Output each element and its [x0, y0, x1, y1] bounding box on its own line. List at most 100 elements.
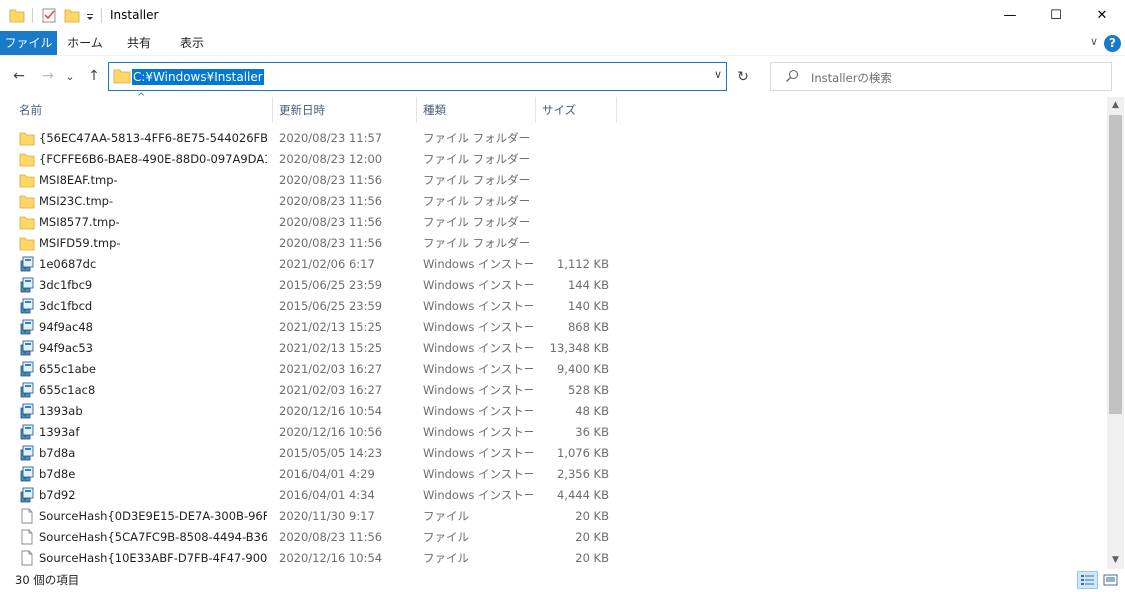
installer-package-icon — [20, 424, 34, 440]
column-divider[interactable] — [272, 97, 273, 123]
file-row[interactable]: 94f9ac53 2021/02/13 15:25 Windows インストー...… — [0, 338, 1105, 359]
column-divider[interactable] — [535, 97, 536, 123]
recent-locations-button[interactable]: ⌄ — [63, 66, 77, 86]
file-row[interactable]: 94f9ac48 2021/02/13 15:25 Windows インストー...… — [0, 317, 1105, 338]
file-name[interactable]: 1e0687dc — [39, 254, 267, 275]
column-header-date[interactable]: 更新日時 — [279, 97, 414, 123]
file-row[interactable]: 3dc1fbcd 2015/06/25 23:59 Windows インストー...… — [0, 296, 1105, 317]
file-row[interactable]: SourceHash{0D3E9E15-DE7A-300B-96F1-... 20… — [0, 506, 1105, 527]
file-size — [536, 128, 609, 149]
file-row[interactable]: 1393af 2020/12/16 10:56 Windows インストー... 36… — [0, 422, 1105, 443]
navigation-bar: ← → ⌄ ↑ C:¥Windows¥Installer ∨ ↻ Install… — [0, 56, 1125, 96]
chevron-down-icon: ⌄ — [65, 69, 75, 83]
file-name[interactable]: SourceHash{5CA7FC9B-8508-4494-B365-... — [39, 527, 267, 548]
file-row[interactable]: MSI8577.tmp- 2020/08/23 11:56 ファイル フォルダー — [0, 212, 1105, 233]
file-name[interactable]: 3dc1fbc9 — [39, 275, 267, 296]
address-path[interactable]: C:¥Windows¥Installer — [132, 69, 264, 85]
file-type: ファイル — [423, 551, 469, 565]
file-name[interactable]: b7d8e — [39, 464, 267, 485]
file-date: 2020/08/23 11:56 — [279, 215, 383, 229]
search-box[interactable]: Installerの検索 — [770, 62, 1112, 91]
file-row[interactable]: 655c1ac8 2021/02/03 16:27 Windows インストー...… — [0, 380, 1105, 401]
column-header-name[interactable]: 名前 — [19, 97, 269, 123]
file-name[interactable]: MSI8EAF.tmp- — [39, 170, 267, 191]
tab-file[interactable]: ファイル — [0, 31, 57, 55]
new-folder-icon[interactable] — [64, 7, 80, 24]
help-icon[interactable]: ? — [1104, 35, 1121, 52]
file-name[interactable]: SourceHash{10E33ABF-D7FB-4F47-900A-... — [39, 548, 267, 569]
file-type: ファイル フォルダー — [423, 152, 531, 166]
file-row[interactable]: MSIFD59.tmp- 2020/08/23 11:56 ファイル フォルダー — [0, 233, 1105, 254]
column-divider[interactable] — [616, 97, 617, 123]
file-date: 2016/04/01 4:29 — [279, 467, 375, 481]
file-name[interactable]: 94f9ac48 — [39, 317, 267, 338]
file-name[interactable]: MSI23C.tmp- — [39, 191, 267, 212]
file-row[interactable]: {FCFFE6B6-BAE8-490E-88D0-097A9DA1C... 202… — [0, 149, 1105, 170]
refresh-button[interactable]: ↻ — [730, 62, 756, 91]
search-input[interactable]: Installerの検索 — [811, 70, 892, 86]
expand-ribbon-icon[interactable]: ∨ — [1090, 35, 1098, 48]
file-name[interactable]: 1393af — [39, 422, 267, 443]
installer-package-icon — [20, 382, 34, 398]
file-name[interactable]: {FCFFE6B6-BAE8-490E-88D0-097A9DA1C... — [39, 149, 267, 170]
file-size: 20 KB — [575, 509, 609, 523]
file-row[interactable]: 3dc1fbc9 2015/06/25 23:59 Windows インストー...… — [0, 275, 1105, 296]
file-date: 2021/02/03 16:27 — [279, 383, 383, 397]
maximize-button[interactable]: ☐ — [1033, 0, 1079, 31]
file-type: ファイル フォルダー — [423, 236, 531, 250]
file-row[interactable]: b7d92 2016/04/01 4:34 Windows インストー... 4,44… — [0, 485, 1105, 506]
file-size: 1,076 KB — [556, 446, 609, 460]
forward-button[interactable]: → — [38, 66, 58, 86]
file-name[interactable]: 655c1abe — [39, 359, 267, 380]
file-row[interactable]: 655c1abe 2021/02/03 16:27 Windows インストー...… — [0, 359, 1105, 380]
column-divider[interactable] — [416, 97, 417, 123]
file-row[interactable]: {56EC47AA-5813-4FF6-8E75-544026FBEA... 20… — [0, 128, 1105, 149]
customize-toolbar-icon[interactable] — [85, 7, 95, 24]
tab-share[interactable]: 共有 — [116, 31, 162, 55]
file-row[interactable]: MSI23C.tmp- 2020/08/23 11:56 ファイル フォルダー — [0, 191, 1105, 212]
file-type: Windows インストー... — [423, 425, 533, 439]
scrollbar-thumb[interactable] — [1109, 115, 1122, 414]
file-row[interactable]: b7d8e 2016/04/01 4:29 Windows インストー... 2,35… — [0, 464, 1105, 485]
folder-icon — [19, 216, 35, 230]
file-size: 144 KB — [567, 278, 609, 292]
close-button[interactable]: ✕ — [1079, 0, 1125, 31]
installer-package-icon — [20, 319, 34, 335]
file-name[interactable]: b7d8a — [39, 443, 267, 464]
column-header-size[interactable]: サイズ — [542, 97, 612, 123]
file-name[interactable]: SourceHash{0D3E9E15-DE7A-300B-96F1-... — [39, 506, 267, 527]
file-name[interactable]: MSI8577.tmp- — [39, 212, 267, 233]
tab-view[interactable]: 表示 — [169, 31, 215, 55]
back-button[interactable]: ← — [9, 66, 29, 86]
file-name[interactable]: b7d92 — [39, 485, 267, 506]
chevron-down-icon[interactable]: ∨ — [714, 68, 722, 81]
file-size — [536, 149, 609, 170]
file-row[interactable]: 1393ab 2020/12/16 10:54 Windows インストー... 48… — [0, 401, 1105, 422]
file-name[interactable]: 655c1ac8 — [39, 380, 267, 401]
file-type: ファイル — [423, 509, 469, 523]
file-row[interactable]: b7d8a 2015/05/05 14:23 Windows インストー... 1,0… — [0, 443, 1105, 464]
file-row[interactable]: SourceHash{5CA7FC9B-8508-4494-B365-... 20… — [0, 527, 1105, 548]
folder-icon — [19, 153, 35, 167]
scroll-up-button[interactable]: ▲ — [1107, 97, 1124, 114]
tab-home[interactable]: ホーム — [62, 31, 108, 55]
file-name[interactable]: 1393ab — [39, 401, 267, 422]
file-row[interactable]: 1e0687dc 2021/02/06 6:17 Windows インストー... 1… — [0, 254, 1105, 275]
details-view-button[interactable] — [1077, 571, 1098, 589]
file-name[interactable]: {56EC47AA-5813-4FF6-8E75-544026FBEA... — [39, 128, 267, 149]
file-name[interactable]: 94f9ac53 — [39, 338, 267, 359]
scroll-down-button[interactable]: ▼ — [1107, 552, 1124, 569]
address-bar[interactable]: C:¥Windows¥Installer ∨ — [108, 62, 727, 91]
properties-icon[interactable] — [41, 7, 57, 24]
close-icon: ✕ — [1096, 8, 1108, 23]
file-row[interactable]: SourceHash{10E33ABF-D7FB-4F47-900A-... 20… — [0, 548, 1105, 569]
file-row[interactable]: MSI8EAF.tmp- 2020/08/23 11:56 ファイル フォルダー — [0, 170, 1105, 191]
vertical-scrollbar[interactable]: ▲ ▼ — [1107, 97, 1124, 569]
up-button[interactable]: ↑ — [84, 66, 104, 86]
large-icons-view-button[interactable] — [1100, 571, 1121, 589]
column-header-type[interactable]: 種類 — [423, 97, 533, 123]
file-name[interactable]: 3dc1fbcd — [39, 296, 267, 317]
file-name[interactable]: MSIFD59.tmp- — [39, 233, 267, 254]
minimize-button[interactable]: — — [987, 0, 1033, 31]
file-type: ファイル フォルダー — [423, 194, 531, 208]
